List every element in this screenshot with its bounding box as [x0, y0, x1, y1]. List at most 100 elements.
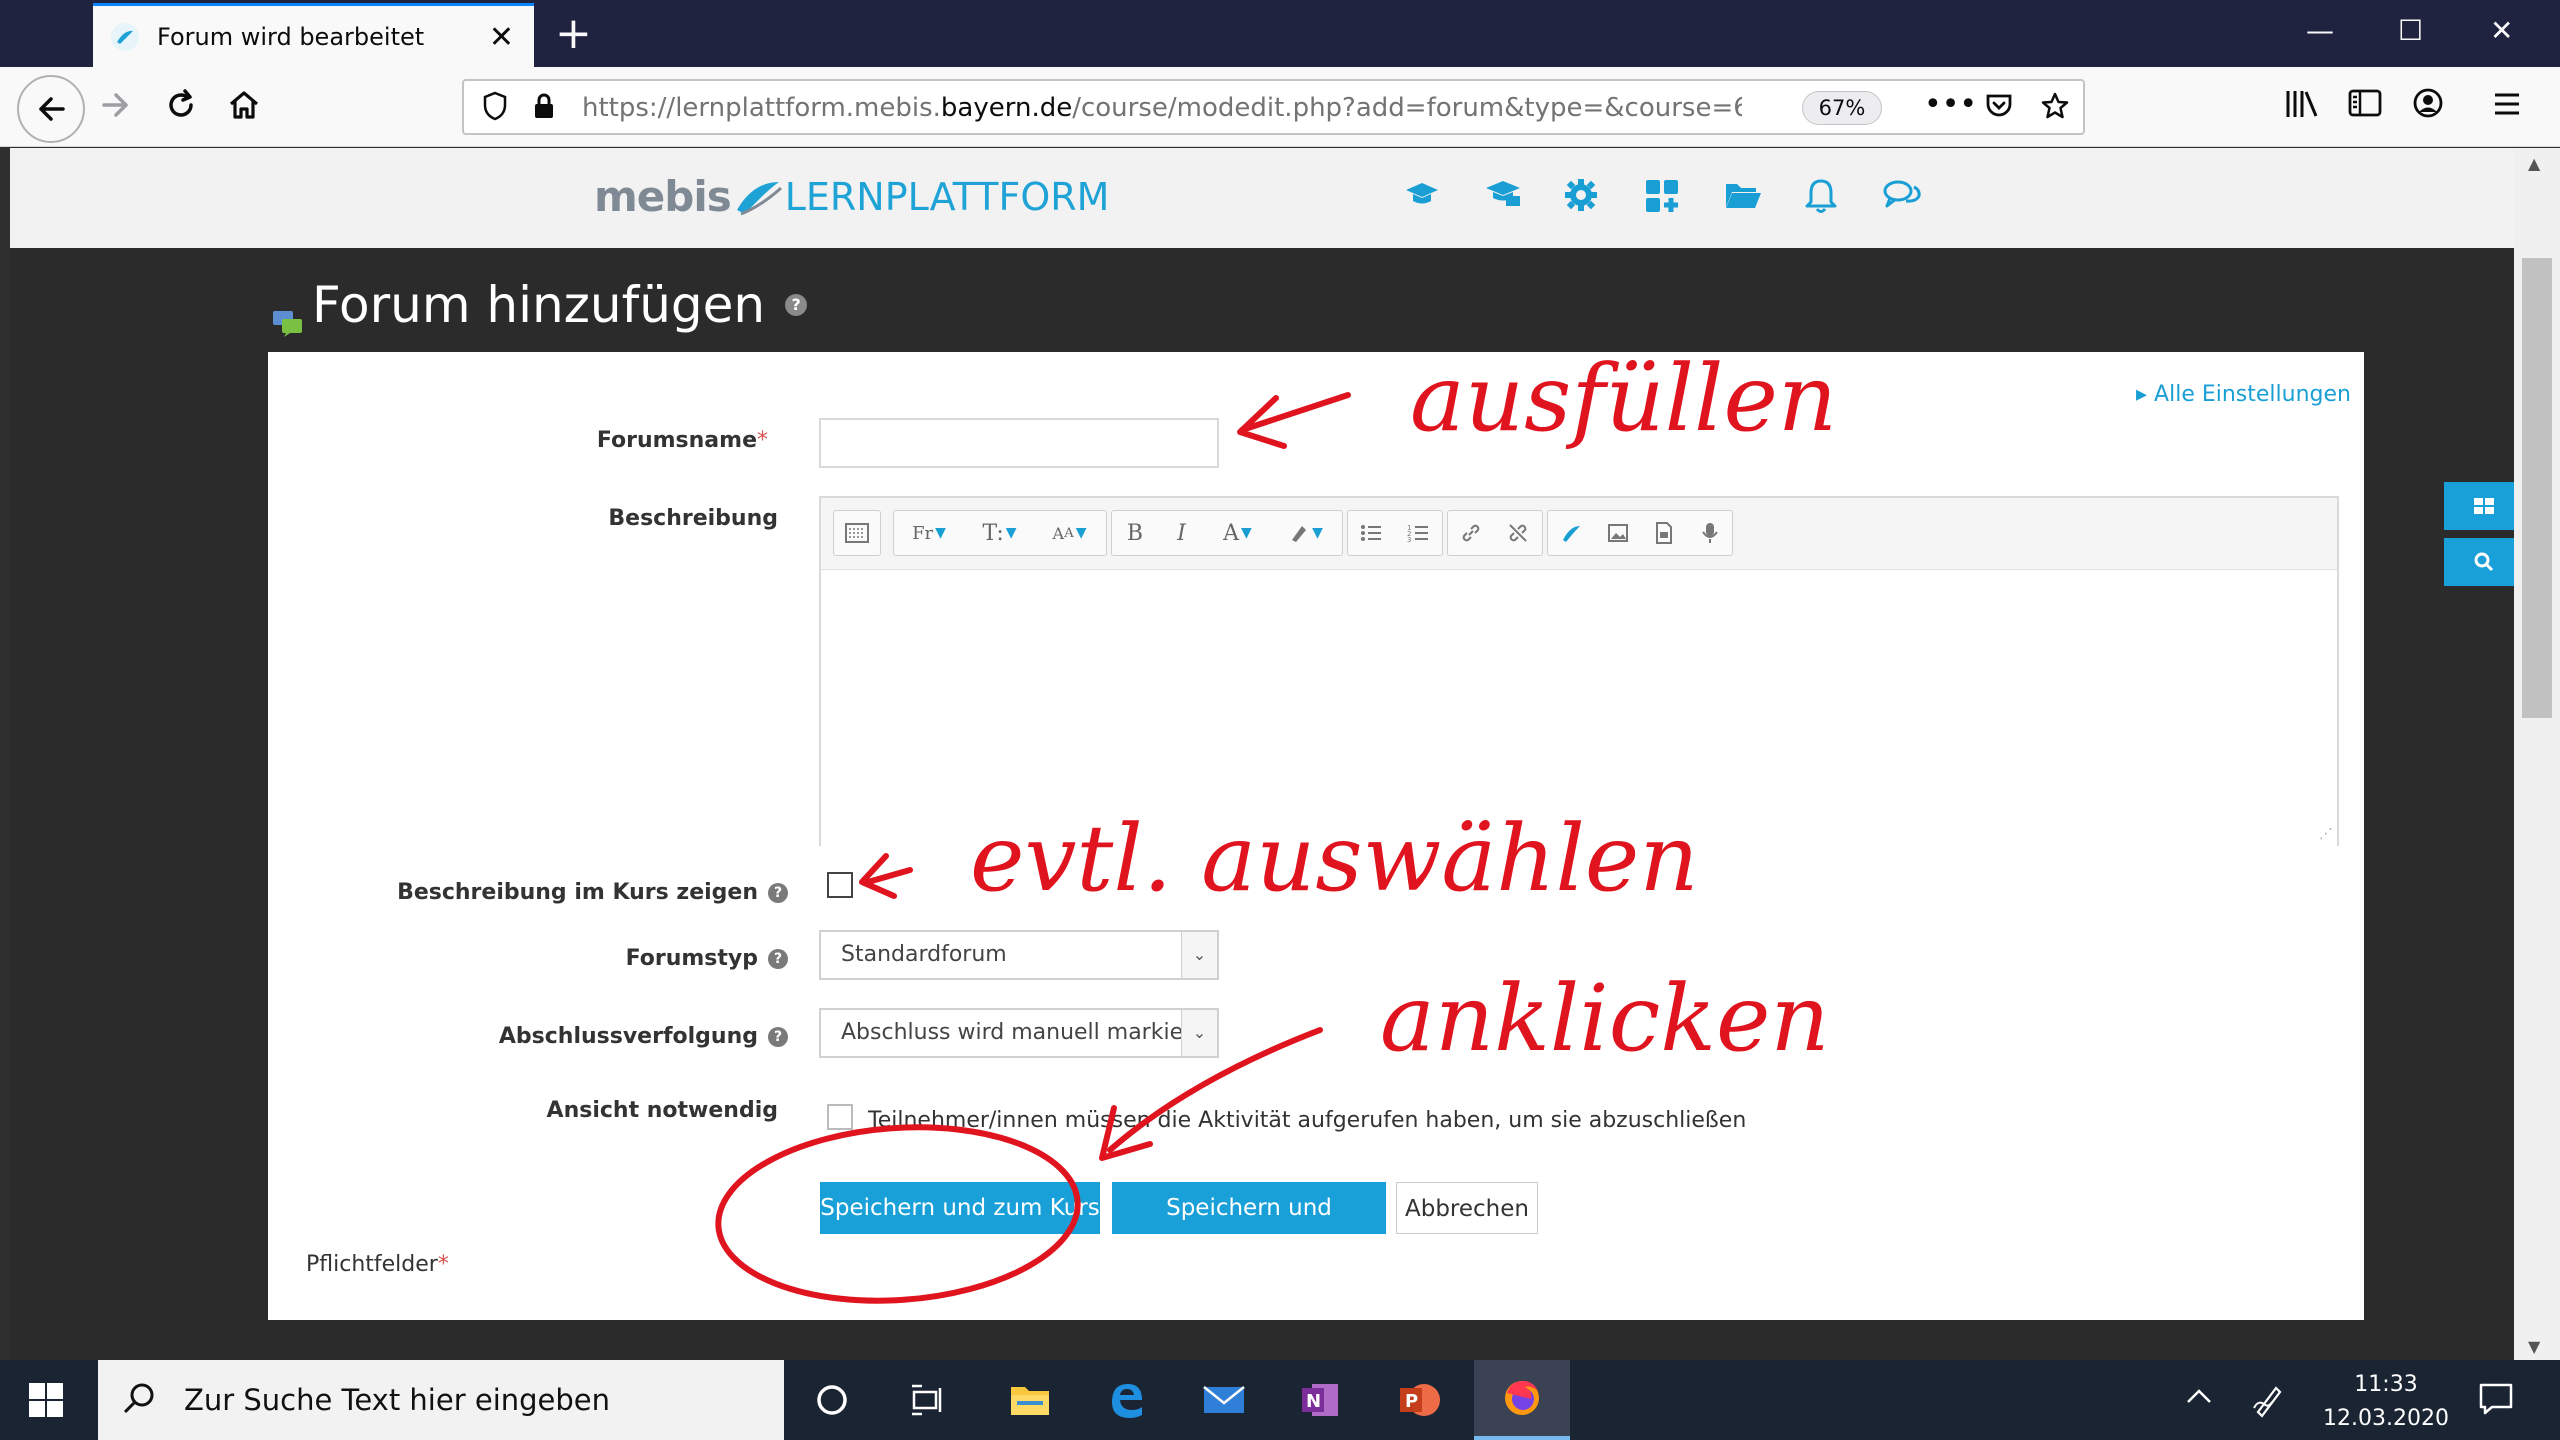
cancel-button[interactable]: Abbrechen — [1396, 1182, 1538, 1234]
editor-toolbar-toggle[interactable] — [833, 510, 881, 556]
abschluss-label: Abschlussverfolgung? — [268, 1024, 788, 1049]
tab-close-icon[interactable]: ✕ — [489, 20, 514, 55]
beschreibung-editor[interactable]: Fr ▼ T: ▼ A A ▼ B I A ▼ ▼ 1 2 3 ⋰ — [819, 496, 2339, 846]
window-close-icon[interactable]: ✕ — [2490, 14, 2513, 47]
home-icon[interactable] — [226, 87, 262, 132]
beschreibung-label: Beschreibung — [608, 506, 778, 531]
beschreibung-zeigen-label: Beschreibung im Kurs zeigen? — [268, 880, 788, 905]
apps-grid-icon[interactable] — [1644, 178, 1680, 223]
account-icon[interactable] — [2412, 87, 2444, 128]
windows-start-icon[interactable] — [28, 1382, 64, 1418]
mebis-media-icon[interactable] — [1548, 511, 1594, 555]
highlight-icon[interactable]: ▼ — [1270, 511, 1340, 555]
alle-einstellungen-link[interactable]: ▸ Alle Einstellungen — [2136, 382, 2351, 407]
beschreibung-zeigen-checkbox[interactable] — [827, 872, 853, 898]
ansicht-label: Ansicht notwendig — [546, 1098, 778, 1123]
courses-icon[interactable] — [1484, 178, 1522, 219]
numbered-list-icon[interactable]: 123 — [1394, 511, 1440, 555]
folder-open-icon[interactable] — [1724, 178, 1762, 219]
bookmark-star-icon[interactable] — [2040, 91, 2070, 128]
link-icon[interactable] — [1448, 511, 1494, 555]
abschluss-help-icon[interactable]: ? — [768, 1027, 788, 1047]
onenote-icon[interactable]: N — [1272, 1360, 1368, 1440]
menu-icon[interactable] — [2492, 87, 2522, 127]
page-scrollbar[interactable]: ▲ ▼ — [2514, 148, 2560, 1360]
cortana-icon[interactable] — [784, 1360, 880, 1440]
reload-icon[interactable] — [163, 87, 199, 132]
forward-icon[interactable] — [98, 87, 134, 132]
unlink-icon[interactable] — [1494, 511, 1540, 555]
browser-navbar: https://lernplattform.mebis.bayern.de/co… — [0, 67, 2560, 147]
font-color-button[interactable]: A ▼ — [1204, 511, 1270, 555]
edge-browser-icon[interactable] — [1078, 1360, 1174, 1440]
side-search-button[interactable] — [2444, 538, 2524, 586]
zoom-badge[interactable]: 67% — [1802, 91, 1882, 125]
editor-toolbar: Fr ▼ T: ▼ A A ▼ B I A ▼ ▼ 1 2 3 — [821, 498, 2337, 570]
abschluss-select[interactable]: Abschluss wird manuell markiert ⌄ — [819, 1008, 1219, 1058]
url-bar[interactable]: https://lernplattform.mebis.bayern.de/co… — [462, 79, 2085, 135]
scroll-up-icon[interactable]: ▲ — [2528, 154, 2540, 173]
forumstyp-select[interactable]: Standardforum ⌄ — [819, 930, 1219, 980]
side-blocks-button[interactable] — [2444, 482, 2524, 530]
screen: Forum wird bearbeitet ✕ + — ☐ ✕ https://… — [0, 0, 2560, 1440]
forumsname-input[interactable] — [819, 418, 1219, 468]
system-clock[interactable]: 11:33 12.03.2020 — [2316, 1368, 2456, 1436]
page-title: Forum hinzufügen ? — [272, 276, 808, 337]
scroll-down-icon[interactable]: ▼ — [2528, 1337, 2540, 1356]
chevron-down-icon: ⌄ — [1181, 932, 1217, 978]
back-icon[interactable] — [17, 75, 85, 143]
browser-tab-active[interactable]: Forum wird bearbeitet ✕ — [93, 3, 534, 67]
messages-icon[interactable] — [1882, 178, 1922, 221]
notification-center-icon[interactable] — [2478, 1382, 2514, 1424]
bullet-list-icon[interactable] — [1348, 511, 1394, 555]
ansicht-checkbox[interactable] — [827, 1104, 853, 1130]
tray-chevron-up-icon[interactable] — [2184, 1382, 2214, 1420]
url-text[interactable]: https://lernplattform.mebis.bayern.de/co… — [582, 93, 1742, 123]
paragraph-style-icon[interactable]: A A ▼ — [1034, 511, 1104, 555]
forumstyp-help-icon[interactable]: ? — [768, 949, 788, 969]
sidebar-icon[interactable] — [2348, 87, 2382, 127]
taskbar-search-box[interactable]: Zur Suche Text hier eingeben — [98, 1360, 784, 1440]
svg-text:N: N — [1306, 1391, 1321, 1412]
graduation-cap-icon[interactable] — [1404, 178, 1440, 219]
toolbar-toggle-icon[interactable] — [834, 511, 880, 555]
editor-content-area[interactable] — [821, 570, 2337, 846]
form-card: ▸ Alle Einstellungen Forumsname* Beschre… — [268, 352, 2364, 1320]
font-size-button[interactable]: T: ▼ — [964, 511, 1034, 555]
maximize-icon[interactable]: ☐ — [2398, 14, 2423, 47]
svg-text:P: P — [1405, 1391, 1418, 1412]
microphone-icon[interactable] — [1686, 511, 1732, 555]
page: mebis LERNPLATTFORM Forum hinzufügen ? ▸… — [10, 148, 2524, 1360]
page-actions-icon[interactable]: ••• — [1924, 87, 1977, 122]
title-help-icon[interactable]: ? — [785, 294, 808, 316]
resize-grip-icon[interactable]: ⋰ — [2319, 826, 2333, 842]
pocket-icon[interactable] — [1984, 91, 2014, 128]
file-explorer-icon[interactable] — [982, 1360, 1078, 1440]
lock-icon[interactable] — [532, 91, 556, 128]
font-family-button[interactable]: Fr ▼ — [894, 511, 964, 555]
media-file-icon[interactable] — [1640, 511, 1686, 555]
powerpoint-icon[interactable]: P — [1372, 1360, 1468, 1440]
task-view-icon[interactable] — [880, 1360, 976, 1440]
ansicht-text: Teilnehmer/innen müssen die Aktivität au… — [868, 1108, 1747, 1133]
minimize-icon[interactable]: — — [2306, 14, 2334, 47]
settings-gear-icon[interactable] — [1564, 178, 1598, 221]
image-icon[interactable] — [1594, 511, 1640, 555]
mebis-logo[interactable]: mebis LERNPLATTFORM — [594, 172, 1109, 221]
new-tab-icon[interactable]: + — [555, 8, 592, 59]
bold-button[interactable]: B — [1112, 511, 1158, 555]
browser-tabbar: Forum wird bearbeitet ✕ + — ☐ ✕ — [0, 0, 2560, 67]
beschreibung-zeigen-help-icon[interactable]: ? — [768, 883, 788, 903]
italic-button[interactable]: I — [1158, 511, 1204, 555]
notification-bell-icon[interactable] — [1804, 178, 1838, 223]
editor-link-group — [1447, 510, 1543, 556]
tracking-shield-icon[interactable] — [482, 91, 508, 128]
svg-text:3: 3 — [1407, 536, 1411, 543]
firefox-icon[interactable] — [1474, 1360, 1570, 1440]
library-icon[interactable] — [2284, 87, 2320, 130]
save-course-button[interactable]: Speichern und zum Kurs — [820, 1182, 1100, 1234]
pen-workspace-icon[interactable] — [2250, 1382, 2286, 1426]
save-view-button[interactable]: Speichern und anzeigen — [1112, 1182, 1386, 1273]
mail-icon[interactable] — [1176, 1360, 1272, 1440]
scrollbar-thumb[interactable] — [2522, 258, 2552, 718]
